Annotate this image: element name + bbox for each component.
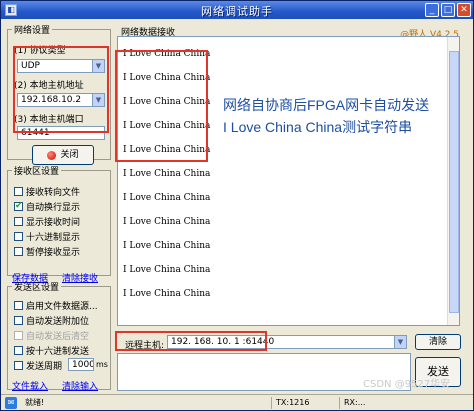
load-file-link[interactable]: 文件载入: [12, 379, 48, 392]
watermark: CSDN @9527华安: [363, 379, 451, 390]
annotation-line2: I Love China China测试字符串: [223, 119, 413, 135]
remote-host-value: 192. 168. 10. 1 :61440: [171, 337, 275, 347]
send-options: 启用文件数据源... 自动发送附加位 自动发送后清空 按十六进制发送: [14, 299, 110, 363]
recv-option[interactable]: 显示接收时间: [14, 215, 81, 228]
local-port-input[interactable]: 61441: [17, 126, 105, 140]
protocol-value: UDP: [21, 61, 40, 71]
tx-counter: TX:1216: [271, 397, 335, 409]
window-title: 网络调试助手: [201, 5, 273, 18]
recv-line: I Love China China: [123, 97, 211, 107]
chevron-down-icon[interactable]: ▼: [92, 60, 104, 72]
send-option: 自动发送后清空: [14, 329, 90, 342]
send-period-input[interactable]: 1000: [68, 358, 94, 371]
send-period-unit: ms: [96, 360, 108, 369]
recv-line: I Love China China: [123, 193, 211, 203]
minimize-button[interactable]: _: [425, 3, 439, 17]
checkbox[interactable]: [14, 301, 23, 310]
checkbox[interactable]: [14, 232, 23, 241]
local-host-label: (2) 本地主机地址: [14, 81, 84, 91]
send-settings-group: 发送区设置 启用文件数据源... 自动发送附加位 自动发送后清空 按十六进制发送…: [7, 280, 111, 392]
send-option[interactable]: 启用文件数据源...: [14, 299, 98, 312]
recv-option[interactable]: ✔ 自动换行显示: [14, 200, 81, 213]
status-text: 就绪!: [25, 398, 45, 407]
send-option-label: 自动发送附加位: [26, 317, 90, 327]
recv-option-label: 自动换行显示: [26, 203, 81, 213]
send-option[interactable]: 按十六进制发送: [14, 344, 90, 357]
recv-line: I Love China China: [123, 121, 211, 131]
send-option-label: 自动发送后清空: [26, 332, 90, 342]
status-icon: ✉: [5, 397, 17, 409]
send-period-option[interactable]: 发送周期: [14, 359, 63, 372]
recv-option[interactable]: 十六进制显示: [14, 230, 81, 243]
local-port-label: (3) 本地主机端口: [14, 115, 84, 125]
recv-line: I Love China China: [123, 145, 211, 155]
clear-input-link[interactable]: 清除输入: [62, 379, 98, 392]
checkbox[interactable]: [14, 361, 23, 370]
recv-settings-group: 接收区设置 接收转向文件 ✔ 自动换行显示 显示接收时间 十六进制显示 暂停接收显…: [7, 164, 111, 284]
send-option-label: 按十六进制发送: [26, 347, 90, 357]
app-window: ◧ 网络调试助手 _ □ ✕ 网络设置 (1) 协议类型 UDP ▼ (2) 本…: [0, 0, 474, 411]
recv-line: I Love China China: [123, 241, 211, 251]
send-settings-legend: 发送区设置: [14, 283, 60, 293]
chevron-down-icon[interactable]: ▼: [394, 336, 406, 348]
close-window-button[interactable]: ✕: [457, 3, 471, 17]
send-option-label: 启用文件数据源...: [26, 302, 98, 312]
checkbox[interactable]: [14, 187, 23, 196]
local-host-select[interactable]: 192.168.10.2 ▼: [17, 93, 105, 107]
recv-line: I Love China China: [123, 289, 211, 299]
record-icon: [47, 150, 57, 160]
recv-settings-legend: 接收区设置: [14, 167, 60, 177]
checkbox[interactable]: [14, 217, 23, 226]
recv-option-label: 显示接收时间: [26, 218, 81, 228]
recv-scrollbar[interactable]: [447, 37, 459, 325]
protocol-select[interactable]: UDP ▼: [17, 59, 105, 73]
net-settings-legend: 网络设置: [14, 26, 51, 36]
remote-host-select[interactable]: 192. 168. 10. 1 :61440 ▼: [167, 335, 407, 349]
recv-options: 接收转向文件 ✔ 自动换行显示 显示接收时间 十六进制显示 暂停接收显示: [14, 185, 110, 265]
chevron-down-icon[interactable]: ▼: [92, 94, 104, 106]
scrollbar-thumb[interactable]: [449, 51, 459, 313]
checkbox[interactable]: [14, 346, 23, 355]
recv-line: I Love China China: [123, 217, 211, 227]
title-bar[interactable]: ◧ 网络调试助手 _ □ ✕: [1, 1, 473, 19]
close-connection-label: 关闭: [60, 150, 79, 160]
local-host-value: 192.168.10.2: [21, 95, 82, 105]
rx-counter: RX:...: [339, 397, 403, 409]
status-bar: ✉ 就绪! TX:1216 RX:...: [1, 394, 473, 410]
recv-option[interactable]: 接收转向文件: [14, 185, 81, 198]
recv-option-label: 接收转向文件: [26, 188, 81, 198]
checkbox: [14, 331, 23, 340]
send-option[interactable]: 自动发送附加位: [14, 314, 90, 327]
recv-line: I Love China China: [123, 169, 211, 179]
close-connection-button[interactable]: 关闭: [32, 145, 94, 165]
recv-line: I Love China China: [123, 265, 211, 275]
clear-send-button[interactable]: 清除: [415, 334, 461, 350]
net-settings-group: 网络设置 (1) 协议类型 UDP ▼ (2) 本地主机地址 192.168.1…: [7, 23, 111, 165]
recv-option[interactable]: 暂停接收显示: [14, 245, 81, 258]
recv-line: I Love China China: [123, 73, 211, 83]
checkbox[interactable]: [14, 316, 23, 325]
annotation-line1: 网络自协商后FPGA网卡自动发送: [223, 97, 430, 113]
recv-line: I Love China China: [123, 49, 211, 59]
recv-option-label: 暂停接收显示: [26, 248, 81, 258]
remote-host-label: 远程主机:: [125, 341, 165, 351]
recv-textarea[interactable]: I Love China China I Love China China I …: [117, 36, 460, 326]
checkbox-checked[interactable]: ✔: [14, 202, 23, 211]
send-period-label: 发送周期: [26, 362, 63, 372]
checkbox[interactable]: [14, 247, 23, 256]
maximize-button[interactable]: □: [441, 3, 455, 17]
recv-option-label: 十六进制显示: [26, 233, 81, 243]
protocol-label: (1) 协议类型: [14, 46, 66, 56]
